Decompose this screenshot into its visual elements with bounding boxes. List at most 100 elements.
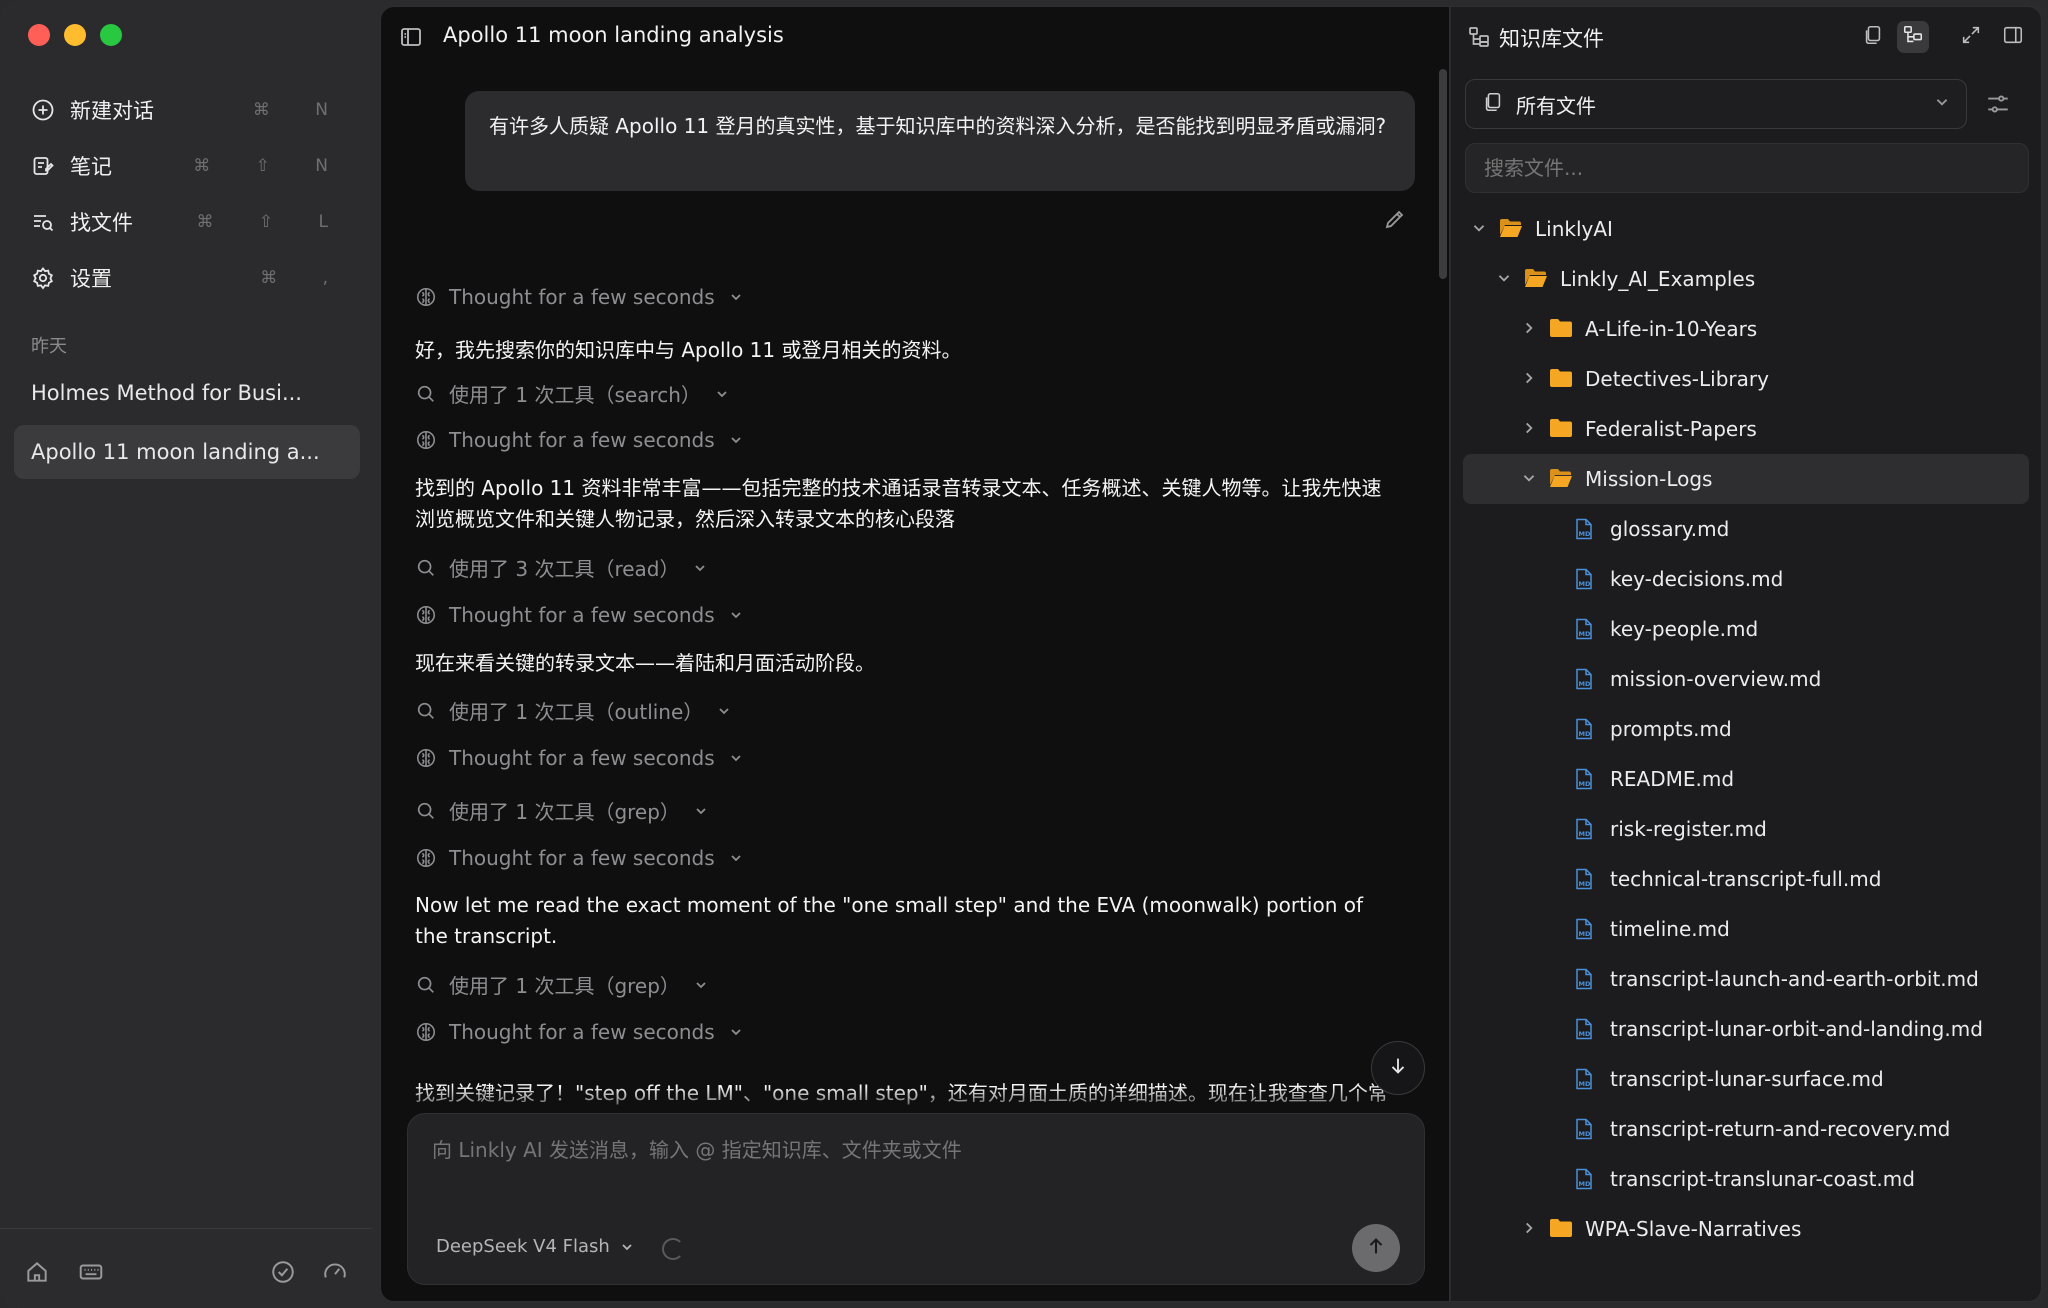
tree-file-item[interactable]: MD timeline.md	[1463, 904, 2029, 954]
chevron-down-icon[interactable]	[1496, 270, 1514, 288]
tree-file-item[interactable]: MD glossary.md	[1463, 504, 2029, 554]
tree-folder-item[interactable]: WPA-Slave-Narratives	[1463, 1204, 2029, 1254]
tree-file-item[interactable]: MD transcript-lunar-orbit-and-landing.md	[1463, 1004, 2029, 1054]
chevron-down-icon	[693, 561, 707, 575]
search-icon	[415, 383, 437, 405]
markdown-file-icon: MD	[1574, 518, 1598, 540]
thought-toggle[interactable]: Thought for a few seconds	[415, 746, 743, 770]
chevron-down-icon	[715, 387, 729, 401]
chevron-down-icon	[729, 290, 743, 304]
shortcut-hint: ⌘ ⇧ L	[196, 212, 348, 232]
filter-settings-icon[interactable]	[1985, 91, 2011, 117]
tool-usage-label: 使用了 1 次工具（search）	[449, 383, 701, 407]
home-icon[interactable]	[24, 1259, 50, 1285]
tree-file-item[interactable]: MD transcript-launch-and-earth-orbit.md	[1463, 954, 2029, 1004]
send-button[interactable]	[1352, 1224, 1400, 1272]
sidebar-item-find-file[interactable]: 找文件 ⌘ ⇧ L	[14, 194, 364, 250]
tree-file-item[interactable]: MD risk-register.md	[1463, 804, 2029, 854]
close-panel-button[interactable]	[1997, 21, 2029, 53]
expand-panel-button[interactable]	[1955, 21, 1987, 53]
shortcut-hint: ⌘ ⇧ N	[193, 156, 348, 176]
tool-usage-label: 使用了 1 次工具（outline）	[449, 700, 704, 724]
history-item[interactable]: Holmes Method for Busi...	[14, 366, 360, 420]
svg-text:MD: MD	[1579, 780, 1591, 788]
tree-file-item[interactable]: MD mission-overview.md	[1463, 654, 2029, 704]
tool-usage-toggle[interactable]: 使用了 1 次工具（outline）	[415, 696, 731, 725]
thought-toggle[interactable]: Thought for a few seconds	[415, 285, 743, 309]
chat-scrollbar[interactable]	[1439, 69, 1447, 279]
tree-folder-item[interactable]: Linkly_AI_Examples	[1463, 254, 2029, 304]
tree-view-button[interactable]	[1897, 21, 1929, 53]
tree-file-item[interactable]: MD technical-transcript-full.md	[1463, 854, 2029, 904]
gauge-icon[interactable]	[322, 1259, 348, 1285]
markdown-file-icon: MD	[1574, 768, 1598, 790]
file-tree-icon	[1467, 25, 1491, 49]
svg-text:MD: MD	[1579, 980, 1591, 988]
message-input[interactable]	[432, 1138, 1392, 1162]
tree-file-item[interactable]: MD README.md	[1463, 754, 2029, 804]
svg-text:MD: MD	[1579, 1080, 1591, 1088]
window-controls	[28, 24, 122, 46]
check-circle-icon[interactable]	[270, 1259, 296, 1285]
chevron-down-icon	[729, 433, 743, 447]
sidebar-item-notes[interactable]: 笔记 ⌘ ⇧ N	[14, 138, 364, 194]
thought-toggle[interactable]: Thought for a few seconds	[415, 846, 743, 870]
file-filter-select[interactable]: 所有文件	[1465, 79, 1967, 129]
tree-folder-item[interactable]: Detectives-Library	[1463, 354, 2029, 404]
copy-view-button[interactable]	[1857, 21, 1889, 53]
new-chat-icon	[30, 97, 56, 123]
tree-folder-item[interactable]: A-Life-in-10-Years	[1463, 304, 2029, 354]
chevron-right-icon[interactable]	[1521, 370, 1539, 388]
tree-folder-item[interactable]: Mission-Logs	[1463, 454, 2029, 504]
chevron-down-icon	[729, 851, 743, 865]
shortcut-hint: ⌘ ,	[260, 268, 348, 288]
keyboard-icon[interactable]	[78, 1259, 104, 1285]
tree-file-item[interactable]: MD key-decisions.md	[1463, 554, 2029, 604]
search-icon	[415, 974, 437, 996]
thought-toggle[interactable]: Thought for a few seconds	[415, 1020, 743, 1044]
close-window-button[interactable]	[28, 24, 50, 46]
markdown-file-icon: MD	[1574, 568, 1598, 590]
tree-file-item[interactable]: MD prompts.md	[1463, 704, 2029, 754]
minimize-window-button[interactable]	[64, 24, 86, 46]
tree-file-item[interactable]: MD key-people.md	[1463, 604, 2029, 654]
chevron-down-icon[interactable]	[1471, 220, 1489, 238]
tool-usage-toggle[interactable]: 使用了 3 次工具（read）	[415, 553, 707, 582]
toggle-sidebar-icon[interactable]	[399, 25, 423, 49]
tool-usage-toggle[interactable]: 使用了 1 次工具（grep）	[415, 970, 708, 999]
chevron-right-icon[interactable]	[1521, 320, 1539, 338]
chevron-down-icon	[694, 804, 708, 818]
brain-icon	[415, 286, 437, 308]
expand-icon	[1960, 24, 1982, 50]
history-item-active[interactable]: Apollo 11 moon landing a...	[14, 425, 360, 479]
tree-item-label: Mission-Logs	[1585, 467, 1713, 491]
chevron-down-icon[interactable]	[1521, 470, 1539, 488]
tool-usage-toggle[interactable]: 使用了 1 次工具（search）	[415, 379, 729, 408]
thought-toggle[interactable]: Thought for a few seconds	[415, 603, 743, 627]
edit-message-icon[interactable]	[1383, 207, 1407, 231]
markdown-file-icon: MD	[1574, 718, 1598, 740]
tree-file-item[interactable]: MD transcript-return-and-recovery.md	[1463, 1104, 2029, 1154]
tree-folder-item[interactable]: LinklyAI	[1463, 204, 2029, 254]
sidebar-item-settings[interactable]: 设置 ⌘ ,	[14, 250, 364, 306]
shortcut-hint: ⌘ N	[252, 100, 348, 120]
brain-icon	[415, 1021, 437, 1043]
folder-open-icon	[1499, 218, 1523, 240]
tree-file-item[interactable]: MD transcript-lunar-surface.md	[1463, 1054, 2029, 1104]
tree-file-item[interactable]: MD transcript-translunar-coast.md	[1463, 1154, 2029, 1204]
chevron-down-icon	[1934, 94, 1950, 114]
scroll-to-bottom-button[interactable]	[1371, 1041, 1425, 1095]
chevron-right-icon[interactable]	[1521, 420, 1539, 438]
tree-folder-item[interactable]: Federalist-Papers	[1463, 404, 2029, 454]
svg-text:MD: MD	[1579, 880, 1591, 888]
chevron-right-icon[interactable]	[1521, 1220, 1539, 1238]
tool-usage-toggle[interactable]: 使用了 1 次工具（grep）	[415, 796, 708, 825]
thought-toggle[interactable]: Thought for a few seconds	[415, 428, 743, 452]
sidebar-item-label: 找文件	[70, 211, 133, 235]
sidebar-item-new-chat[interactable]: 新建对话 ⌘ N	[14, 82, 364, 138]
zoom-window-button[interactable]	[100, 24, 122, 46]
tree-item-label: mission-overview.md	[1610, 667, 1822, 691]
thought-label: Thought for a few seconds	[449, 746, 715, 770]
file-search-input[interactable]	[1465, 143, 2029, 193]
model-selector[interactable]: DeepSeek V4 Flash	[436, 1236, 634, 1257]
